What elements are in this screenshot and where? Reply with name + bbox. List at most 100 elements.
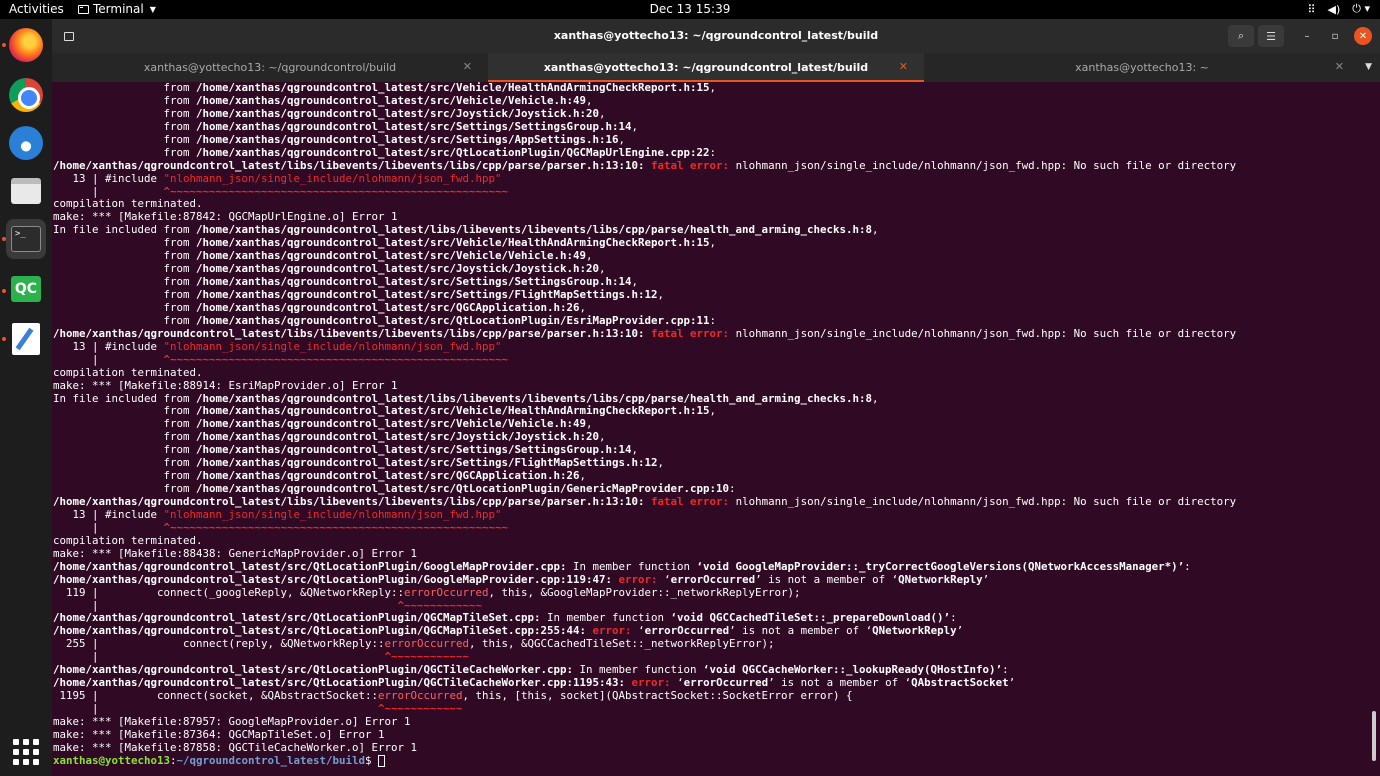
terminal-text: errorOccurred [404, 585, 489, 599]
chrome-icon [9, 78, 43, 112]
terminal-text: compilation terminated. [53, 197, 203, 211]
close-icon: ✕ [1358, 30, 1368, 42]
tab-bar: xanthas@yottecho13: ~/qgroundcontrol/bui… [52, 53, 1380, 82]
network-icon: ⠿ [1307, 2, 1316, 16]
terminal-text: errorOccurred [378, 689, 463, 703]
terminal-text: ’ is not a member of ‘ [768, 676, 912, 690]
tab-qgroundcontrol-build[interactable]: xanthas@yottecho13: ~/qgroundcontrol/bui… [52, 53, 488, 82]
terminal-text: from [53, 106, 197, 120]
terminal-text: /home/xanthas/qgroundcontrol_latest/src/… [53, 663, 574, 677]
terminal-text: In file included from [53, 223, 197, 237]
tab-home[interactable]: xanthas@yottecho13: ~ ✕ [924, 53, 1360, 82]
dock-terminal[interactable]: >_ [6, 219, 46, 259]
terminal-text: /home/xanthas/qgroundcontrol_latest/src/… [196, 93, 587, 107]
dock: >_ QC [0, 19, 52, 776]
prompt-line[interactable]: xanthas@yottecho13:~/qgroundcontrol_late… [53, 754, 1362, 768]
menu-button[interactable]: ☰ [1258, 25, 1284, 47]
terminal-text: ^~~~~~~~~~~~~~~~~~~~~~~~~~~~~~~~~~~~~~~~… [163, 352, 509, 366]
terminal-text: from [53, 132, 197, 146]
terminal-text: "nlohmann_json/single_include/nlohmann/j… [163, 339, 502, 353]
terminal-text: , [631, 119, 639, 133]
terminal-text: 255 | connect(reply, &QNetworkReply:: [53, 637, 385, 651]
terminal-text: , [599, 430, 606, 444]
tab-label: xanthas@yottecho13: ~/qgroundcontrol/bui… [143, 61, 397, 74]
terminal-text: from [53, 313, 197, 327]
dock-firefox[interactable] [6, 25, 46, 65]
terminal-text: QNetworkReply [898, 572, 983, 586]
terminal-text: /home/xanthas/qgroundcontrol_latest/src/… [53, 611, 541, 625]
terminal-text: , [579, 300, 587, 314]
terminal-text: In member function [540, 611, 671, 625]
terminal-line: | ^~~~~~~~~~~~~~~~~~~~~~~~~~~~~~~~~~~~~~… [53, 352, 1362, 367]
terminal-text: /home/xanthas/qgroundcontrol_latest/libs… [53, 495, 645, 508]
terminal-text: , [618, 132, 626, 146]
dock-chrome[interactable] [6, 75, 46, 115]
terminal-text: /home/xanthas/qgroundcontrol_latest/src/… [196, 262, 600, 276]
dock-qgroundcontrol[interactable]: QC [6, 269, 46, 309]
maximize-button[interactable]: ▫ [1326, 27, 1344, 45]
terminal-text: ‘ [631, 624, 645, 638]
terminal-text: make: *** [Makefile:87364: QGCMapTileSet… [53, 727, 385, 741]
terminal-text: /home/xanthas/qgroundcontrol_latest/src/… [196, 82, 710, 94]
terminal-text: from [53, 288, 197, 301]
terminal-text: from [53, 456, 197, 470]
terminal-text: , [586, 93, 593, 107]
tab-close-icon[interactable]: ✕ [1335, 60, 1344, 73]
terminal-icon: >_ [11, 226, 41, 252]
terminal-text: | [53, 598, 398, 612]
tab-list-dropdown-icon[interactable]: ▼ [1365, 62, 1372, 72]
terminal-text: /home/xanthas/qgroundcontrol_latest/libs… [53, 326, 645, 340]
terminal-text: make: *** [Makefile:87842: QGCMapUrlEngi… [53, 210, 398, 224]
tab-close-icon[interactable]: ✕ [463, 60, 472, 73]
terminal-text: ’ [1008, 676, 1016, 690]
terminal-text: ^~~~~~~~~~~~~ [384, 650, 470, 664]
terminal-text: , [586, 249, 593, 263]
terminal-text: : [1184, 559, 1191, 573]
system-tray[interactable]: ⠿ ◀) ⏻ ▾ [1307, 2, 1370, 16]
terminal-text: , [579, 469, 587, 483]
clock[interactable]: Dec 13 15:39 [0, 2, 1380, 16]
search-button[interactable]: ⌕ [1228, 25, 1254, 47]
terminal-text: , [657, 288, 665, 301]
running-indicator [2, 237, 6, 241]
terminal-text: from [53, 417, 197, 431]
terminal-text: : [1002, 663, 1009, 677]
terminal-text: /home/xanthas/qgroundcontrol_latest/src/… [53, 559, 567, 573]
terminal-text: QAbstractSocket [911, 676, 1009, 690]
terminal-text: ^~~~~~~~~~~~~ [397, 598, 483, 612]
terminal-window: xanthas@yottecho13: ~/qgroundcontrol_lat… [52, 19, 1380, 776]
terminal-text: | [53, 184, 164, 198]
terminal-text: make: *** [Makefile:88438: GenericMapPro… [53, 546, 418, 560]
terminal-text: ^~~~~~~~~~~~~ [378, 702, 463, 715]
tab-label: xanthas@yottecho13: ~ [1075, 61, 1209, 74]
terminal-text: /home/xanthas/qgroundcontrol_latest/src/… [196, 106, 600, 120]
terminal-output[interactable]: from /home/xanthas/qgroundcontrol_latest… [52, 82, 1362, 776]
tab-qgroundcontrol-latest-build[interactable]: xanthas@yottecho13: ~/qgroundcontrol_lat… [488, 53, 924, 82]
show-applications-button[interactable] [13, 739, 39, 765]
volume-icon: ◀) [1327, 2, 1341, 16]
terminal-text: ‘void QGCCacheWorker::_lookupReady(QHost… [703, 663, 1003, 677]
terminal-text: /home/xanthas/qgroundcontrol_latest/src/… [196, 417, 587, 431]
dock-text-editor[interactable] [6, 319, 46, 359]
qgc-icon: QC [11, 276, 41, 302]
scrollbar[interactable] [1372, 711, 1376, 761]
terminal-text: , [631, 443, 639, 457]
terminal-text: from [53, 249, 197, 263]
terminal-text: , [586, 417, 593, 431]
minimize-button[interactable]: – [1298, 27, 1316, 45]
terminal-text: ‘ [670, 676, 684, 690]
terminal-text: /home/xanthas/qgroundcontrol_latest/src/… [53, 676, 626, 690]
terminal-text: /home/xanthas/qgroundcontrol_latest/src/… [196, 275, 632, 289]
terminal-text: : [950, 611, 957, 625]
terminal-text: 119 | connect(_googleReply, &QNetworkRep… [53, 585, 405, 599]
tab-close-icon[interactable]: ✕ [899, 60, 908, 73]
terminal-text: , [709, 404, 717, 418]
close-button[interactable]: ✕ [1354, 27, 1372, 45]
dock-files[interactable] [6, 171, 46, 211]
terminal-text: /home/xanthas/qgroundcontrol_latest/src/… [196, 404, 710, 418]
dock-thunderbird[interactable] [6, 123, 46, 163]
title-bar[interactable]: xanthas@yottecho13: ~/qgroundcontrol_lat… [52, 19, 1380, 53]
terminal-text: , [599, 262, 606, 276]
terminal-text: , this, &GoogleMapProvider::_networkRepl… [488, 585, 801, 599]
terminal-text: ’ [956, 624, 964, 638]
